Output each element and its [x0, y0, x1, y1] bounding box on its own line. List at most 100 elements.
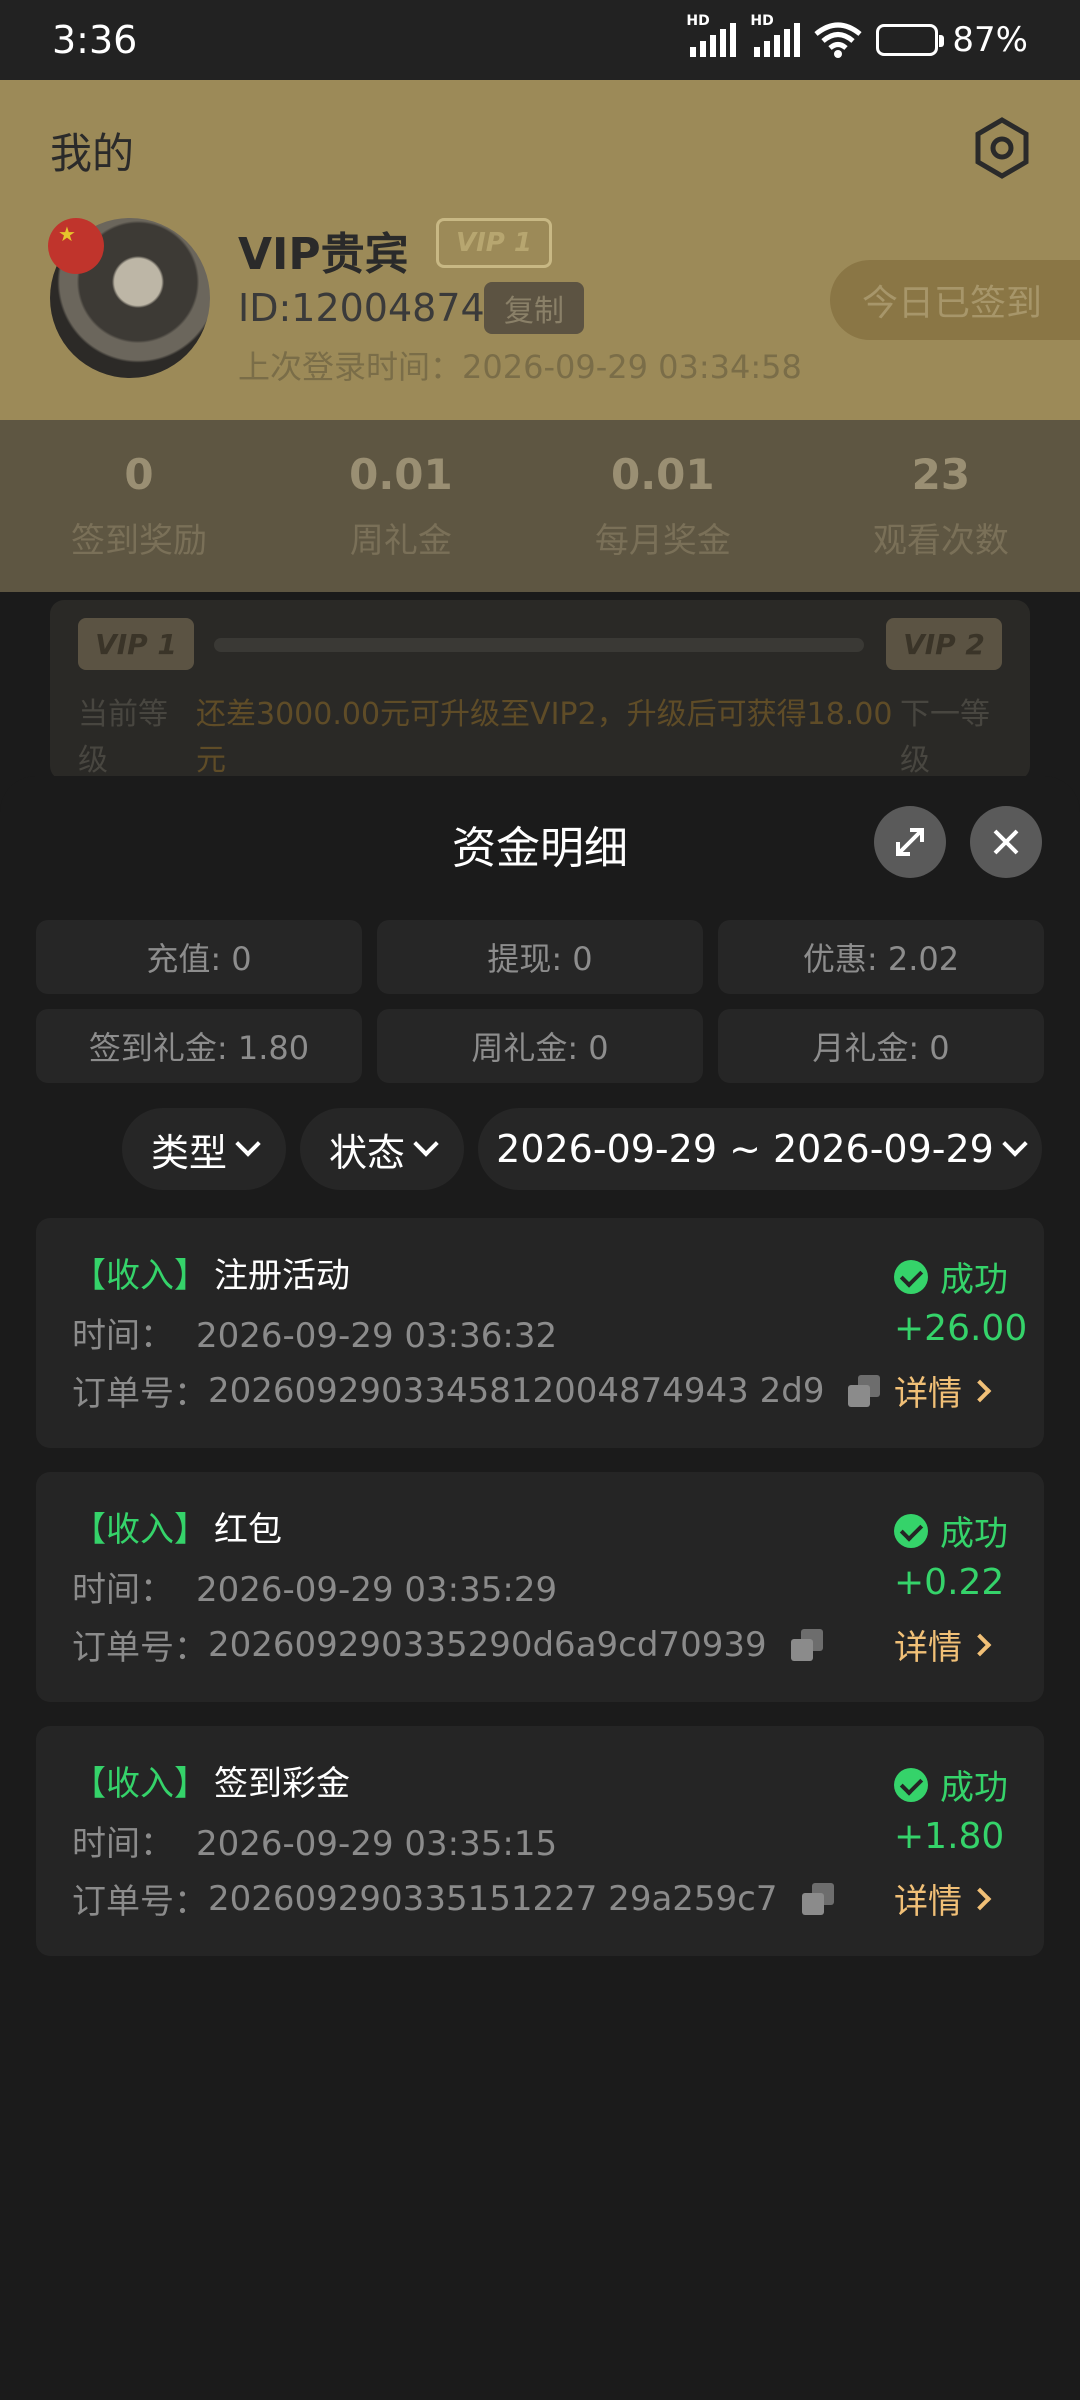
summary-grid: 充值: 0 提现: 0 优惠: 2.02 签到礼金: 1.80 周礼金: 0 月…: [36, 920, 1044, 1083]
detail-link[interactable]: 详情: [894, 1620, 992, 1669]
page-title: 我的: [50, 129, 135, 178]
wifi-icon: [814, 22, 863, 58]
stat-item[interactable]: 0.01 周礼金: [349, 450, 453, 562]
detail-link[interactable]: 详情: [894, 1366, 992, 1415]
record-amount: +1.80: [894, 1816, 1005, 1857]
record-item: 【收入】 红包 时间： 2026-09-29 03:35:29 订单号： 202609…: [36, 1472, 1044, 1702]
status-time: 3:36: [52, 18, 138, 62]
close-icon: [993, 829, 1019, 855]
chevron-right-icon: [968, 1633, 992, 1656]
stat-label: 周礼金: [349, 521, 452, 561]
order-label: 订单号：: [72, 1628, 208, 1668]
time-label: 时间：: [72, 1570, 174, 1610]
order-value: 2026092903345812004874943 2d9: [208, 1370, 825, 1411]
chevron-right-icon: [968, 1887, 992, 1910]
time-value: 2026-09-29 03:36:32: [196, 1316, 558, 1356]
detail-label: 详情: [894, 1374, 962, 1414]
stat-label: 签到奖励: [71, 521, 208, 561]
user-id: ID:12004874: [238, 286, 485, 330]
record-name: 签到彩金: [214, 1764, 350, 1804]
status-text: 成功: [940, 1768, 1008, 1808]
status-filter[interactable]: 状态: [300, 1108, 464, 1190]
next-level-label: 下一等级: [900, 697, 990, 778]
record-order: 订单号： 2026092903345812004874943 2d9: [72, 1366, 881, 1415]
next-vip-badge: VIP 2: [886, 618, 1002, 670]
record-status: 成功: [894, 1252, 1008, 1301]
chevron-down-icon: [235, 1131, 261, 1157]
status-text: 成功: [940, 1514, 1008, 1554]
record-order: 订单号： 202609290335290d6a9cd70939: [72, 1620, 823, 1669]
summary-weekly-bonus: 周礼金: 0: [377, 1009, 703, 1083]
order-value: 202609290335290d6a9cd70939: [208, 1624, 767, 1665]
time-label: 时间：: [72, 1824, 174, 1864]
stat-value: 0.01: [611, 450, 715, 499]
signal-icon-2: HD: [750, 13, 801, 57]
fund-details-sheet: 资金明细 充值: 0 提现: 0 优惠: 2.02 签到礼金: 1.80 周礼金…: [0, 776, 1080, 2400]
last-login: 上次登录时间：2026-09-29 03:34:58: [238, 348, 802, 386]
close-button[interactable]: [970, 806, 1042, 878]
vip-badge: VIP 1: [436, 218, 552, 268]
record-amount: +0.22: [894, 1562, 1005, 1603]
record-status: 成功: [894, 1760, 1008, 1809]
record-name: 红包: [214, 1510, 282, 1550]
detail-link[interactable]: 详情: [894, 1874, 992, 1923]
user-name: VIP贵宾: [238, 229, 409, 280]
record-name: 注册活动: [214, 1256, 350, 1296]
battery-percent: 87%: [952, 20, 1028, 60]
profile-header: 我的 VIP贵宾 VIP 1 ID:12004874 复制 上次登录时间：202…: [0, 80, 1080, 420]
check-circle-icon: [894, 1259, 928, 1294]
record-item: 【收入】 签到彩金 时间： 2026-09-29 03:35:15 订单号： 2026…: [36, 1726, 1044, 1956]
order-label: 订单号：: [72, 1882, 208, 1922]
summary-withdraw: 提现: 0: [377, 920, 703, 994]
record-time: 时间： 2026-09-29 03:35:29: [72, 1562, 557, 1611]
summary-discount: 优惠: 2.02: [718, 920, 1044, 994]
copy-icon[interactable]: [801, 1882, 834, 1915]
stat-label: 每月奖金: [594, 521, 731, 561]
stats-row: 0 签到奖励 0.01 周礼金 0.01 每月奖金 23 观看次数: [0, 420, 1080, 592]
stat-value: 0.01: [349, 450, 453, 499]
stat-item[interactable]: 0.01 每月奖金: [595, 450, 731, 562]
profile-page: 我的 VIP贵宾 VIP 1 ID:12004874 复制 上次登录时间：202…: [0, 80, 1080, 780]
current-vip-badge: VIP 1: [78, 618, 194, 670]
status-text: 成功: [940, 1260, 1008, 1300]
type-filter[interactable]: 类型: [122, 1108, 286, 1190]
record-tag: 【收入】: [72, 1256, 208, 1296]
battery-icon: [876, 24, 945, 56]
signed-in-button[interactable]: 今日已签到: [830, 260, 1080, 340]
order-label: 订单号：: [72, 1374, 208, 1414]
record-item: 【收入】 注册活动 时间： 2026-09-29 03:36:32 订单号： 2026…: [36, 1218, 1044, 1448]
filter-bar: 类型 状态 2026-09-29 ~ 2026-09-29: [0, 1108, 1080, 1190]
detail-label: 详情: [894, 1628, 962, 1668]
copy-id-button[interactable]: 复制: [484, 282, 584, 334]
flag-icon: [48, 218, 104, 274]
record-title: 【收入】 签到彩金: [72, 1756, 350, 1805]
status-filter-label: 状态: [328, 1130, 405, 1175]
copy-icon[interactable]: [790, 1628, 823, 1661]
chevron-down-icon: [413, 1131, 439, 1157]
stat-value: 23: [911, 450, 971, 499]
time-value: 2026-09-29 03:35:15: [196, 1824, 558, 1864]
stat-label: 观看次数: [872, 521, 1009, 561]
summary-signin-bonus: 签到礼金: 1.80: [36, 1009, 362, 1083]
stat-item[interactable]: 23 观看次数: [873, 450, 1009, 562]
settings-icon[interactable]: [970, 116, 1034, 180]
chevron-right-icon: [968, 1379, 992, 1402]
order-value: 202609290335151227 29a259c7: [208, 1878, 778, 1919]
copy-icon[interactable]: [848, 1374, 881, 1407]
upgrade-message: 还差3000.00元可升级至VIP2，升级后可获得18.00元: [196, 697, 893, 778]
expand-button[interactable]: [874, 806, 946, 878]
record-tag: 【收入】: [72, 1764, 208, 1804]
type-filter-label: 类型: [150, 1130, 227, 1175]
check-circle-icon: [894, 1767, 928, 1802]
vip-progress-card: VIP 1 VIP 2 当前等级 还差3000.00元可升级至VIP2，升级后可…: [50, 600, 1030, 780]
detail-label: 详情: [894, 1882, 962, 1922]
record-title: 【收入】 红包: [72, 1502, 282, 1551]
record-amount: +26.00: [894, 1308, 1028, 1349]
stat-value: 0: [124, 450, 154, 499]
expand-icon: [896, 828, 924, 856]
vip-progress-bar: [214, 638, 864, 652]
chevron-down-icon: [1002, 1131, 1028, 1157]
record-time: 时间： 2026-09-29 03:35:15: [72, 1816, 557, 1865]
date-range-filter[interactable]: 2026-09-29 ~ 2026-09-29: [478, 1108, 1042, 1190]
stat-item[interactable]: 0 签到奖励: [71, 450, 207, 562]
